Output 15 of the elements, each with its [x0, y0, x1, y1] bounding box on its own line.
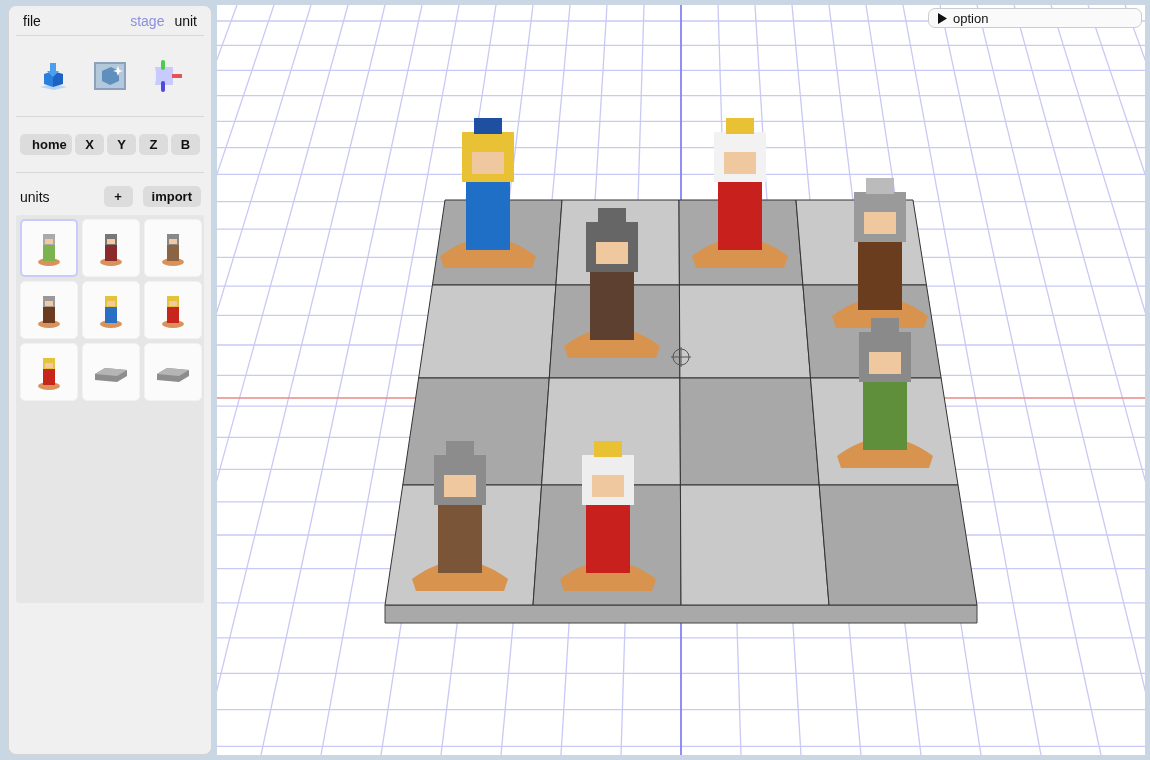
view-button[interactable]: Z	[139, 134, 168, 155]
file-menu[interactable]: file	[23, 12, 41, 29]
view-button[interactable]: Y	[107, 134, 136, 155]
import-button[interactable]: import	[142, 186, 201, 207]
unit-thumbnail[interactable]	[20, 219, 78, 277]
view-button[interactable]: home	[20, 134, 72, 155]
panel-tab[interactable]: unit	[174, 12, 197, 29]
units-label: units	[20, 188, 50, 205]
view-button[interactable]: B	[171, 134, 200, 155]
3d-viewport[interactable]: option	[217, 5, 1145, 755]
option-toggle[interactable]: option	[928, 8, 1142, 28]
crosshair-icon	[670, 346, 692, 368]
view-button[interactable]: X	[75, 134, 104, 155]
cube-sparkle-icon[interactable]	[94, 62, 126, 90]
add-button[interactable]: +	[103, 186, 133, 207]
